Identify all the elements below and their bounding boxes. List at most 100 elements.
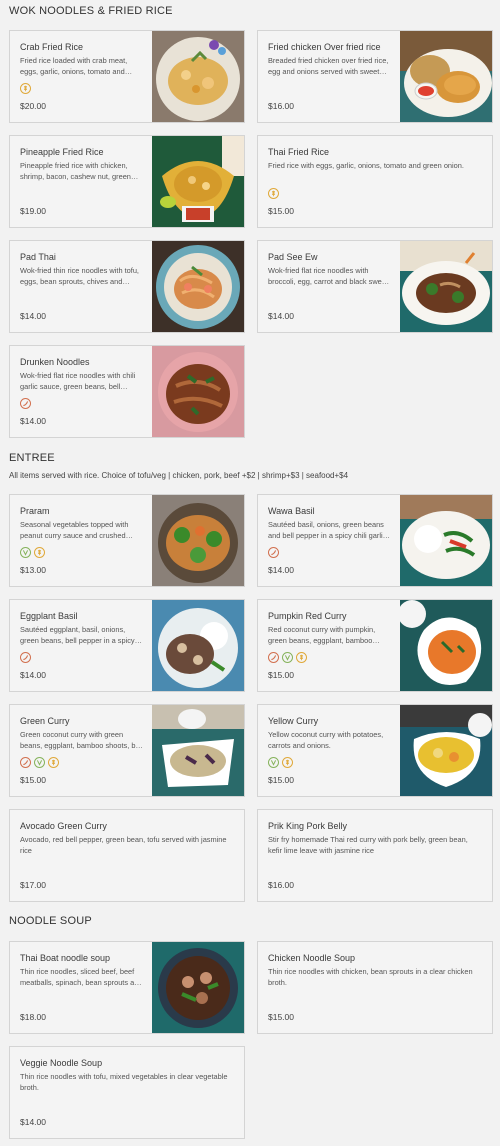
item-description: Wok-fried thin rice noodles with tofu, e… bbox=[20, 266, 139, 286]
menu-item-crab-fried-rice[interactable]: Crab Fried Rice Fried rice loaded with c… bbox=[9, 30, 245, 123]
spicy-icon bbox=[268, 547, 279, 558]
menu-item-pad-thai[interactable]: Pad Thai Wok-fried thin rice noodles wit… bbox=[9, 240, 245, 333]
dietary-icons bbox=[268, 757, 293, 769]
item-price: $15.00 bbox=[268, 670, 294, 680]
item-name: Avocado Green Curry bbox=[20, 821, 107, 831]
item-price: $17.00 bbox=[20, 880, 46, 890]
item-name: Chicken Noodle Soup bbox=[268, 953, 356, 963]
menu-item-pumpkin-red-curry[interactable]: Pumpkin Red Curry Red coconut curry with… bbox=[257, 599, 493, 692]
praram-photo bbox=[152, 495, 244, 586]
item-name: Fried chicken Over fried rice bbox=[268, 42, 381, 52]
item-price: $15.00 bbox=[268, 206, 294, 216]
menu-item-pineapple-fried-rice[interactable]: Pineapple Fried Rice Pineapple fried ric… bbox=[9, 135, 245, 228]
pad-thai-photo bbox=[152, 241, 244, 332]
item-name: Green Curry bbox=[20, 716, 70, 726]
section-title-noodle-soup: NOODLE SOUP bbox=[9, 915, 92, 927]
menu-item-chicken-noodle-soup[interactable]: Chicken Noodle Soup Thin rice noodles wi… bbox=[257, 941, 493, 1034]
item-price: $18.00 bbox=[20, 1012, 46, 1022]
item-description: Sautéed eggplant, basil, onions, green b… bbox=[20, 625, 135, 645]
item-description: Sautéed basil, onions, green beans and b… bbox=[268, 520, 387, 540]
item-name: Pad See Ew bbox=[268, 252, 318, 262]
menu-item-pad-see-ew[interactable]: Pad See Ew Wok-fried flat rice noodles w… bbox=[257, 240, 493, 333]
gluten-free-icon bbox=[20, 83, 31, 94]
gluten-free-icon bbox=[268, 188, 279, 199]
menu-item-yellow-curry[interactable]: Yellow Curry Yellow coconut curry with p… bbox=[257, 704, 493, 797]
item-description: Fried rice loaded with crab meat, eggs, … bbox=[20, 56, 128, 76]
section-title-entree: ENTREE bbox=[9, 452, 55, 464]
menu-item-prik-king-pork-belly[interactable]: Prik King Pork Belly Stir fry homemade T… bbox=[257, 809, 493, 902]
item-price: $14.00 bbox=[268, 565, 294, 575]
menu-item-drunken-noodles[interactable]: Drunken Noodles Wok-fried flat rice nood… bbox=[9, 345, 245, 438]
item-price: $16.00 bbox=[268, 101, 294, 111]
item-description: Yellow coconut curry with potatoes, carr… bbox=[268, 730, 384, 750]
item-name: Thai Boat noodle soup bbox=[20, 953, 111, 963]
item-price: $14.00 bbox=[20, 670, 46, 680]
item-price: $15.00 bbox=[268, 1012, 294, 1022]
menu-item-thai-fried-rice[interactable]: Thai Fried Rice Fried rice with eggs, ga… bbox=[257, 135, 493, 228]
item-name: Wawa Basil bbox=[268, 506, 315, 516]
item-price: $14.00 bbox=[20, 416, 46, 426]
item-description: Wok-fried flat rice noodles with chili g… bbox=[20, 371, 136, 391]
vegetarian-icon bbox=[268, 757, 279, 768]
dietary-icons bbox=[20, 83, 31, 95]
item-name: Yellow Curry bbox=[268, 716, 319, 726]
drunken-noodles-photo bbox=[152, 346, 244, 437]
gluten-free-icon bbox=[48, 757, 59, 768]
green-curry-photo bbox=[152, 705, 244, 796]
gluten-free-icon bbox=[34, 547, 45, 558]
vegetarian-icon bbox=[34, 757, 45, 768]
spicy-icon bbox=[20, 652, 31, 663]
section-title-wok-noodles: WOK NOODLES & FRIED RICE bbox=[9, 5, 173, 17]
menu-item-fried-chicken-over-fried-rice[interactable]: Fried chicken Over fried rice Breaded fr… bbox=[257, 30, 493, 123]
item-price: $14.00 bbox=[20, 311, 46, 321]
pineapple-fried-rice-photo bbox=[152, 136, 244, 227]
item-description: Thin rice noodles, sliced beef, beef mea… bbox=[20, 967, 143, 987]
item-price: $13.00 bbox=[20, 565, 46, 575]
menu-item-praram[interactable]: Praram Seasonal vegetables topped with p… bbox=[9, 494, 245, 587]
vegetarian-icon bbox=[20, 547, 31, 558]
item-description: Thin rice noodles with tofu, mixed veget… bbox=[20, 1072, 228, 1092]
item-description: Breaded fried chicken over fried rice, e… bbox=[268, 56, 389, 76]
pad-see-ew-photo bbox=[400, 241, 492, 332]
section-note-entree: All items served with rice. Choice of to… bbox=[9, 471, 349, 480]
item-name: Pumpkin Red Curry bbox=[268, 611, 347, 621]
menu-item-veggie-noodle-soup[interactable]: Veggie Noodle Soup Thin rice noodles wit… bbox=[9, 1046, 245, 1139]
item-name: Thai Fried Rice bbox=[268, 147, 330, 157]
dietary-icons bbox=[20, 547, 45, 559]
dietary-icons bbox=[20, 757, 59, 769]
item-name: Eggplant Basil bbox=[20, 611, 78, 621]
dietary-icons bbox=[268, 652, 307, 664]
fried-chicken-rice-photo bbox=[400, 31, 492, 122]
item-name: Pad Thai bbox=[20, 252, 56, 262]
wawa-basil-photo bbox=[400, 495, 492, 586]
menu-item-avocado-green-curry[interactable]: Avocado Green Curry Avocado, red bell pe… bbox=[9, 809, 245, 902]
item-description: Seasonal vegetables topped with peanut c… bbox=[20, 520, 129, 540]
menu-item-eggplant-basil[interactable]: Eggplant Basil Sautéed eggplant, basil, … bbox=[9, 599, 245, 692]
item-description: Thin rice noodles with chicken, bean spr… bbox=[268, 967, 473, 987]
menu-item-wawa-basil[interactable]: Wawa Basil Sautéed basil, onions, green … bbox=[257, 494, 493, 587]
item-price: $16.00 bbox=[268, 880, 294, 890]
item-name: Praram bbox=[20, 506, 50, 516]
crab-fried-rice-photo bbox=[152, 31, 244, 122]
spicy-icon bbox=[20, 398, 31, 409]
gluten-free-icon bbox=[296, 652, 307, 663]
dietary-icons bbox=[20, 398, 31, 410]
dietary-icons bbox=[20, 652, 31, 664]
item-price: $20.00 bbox=[20, 101, 46, 111]
gluten-free-icon bbox=[282, 757, 293, 768]
item-name: Prik King Pork Belly bbox=[268, 821, 348, 831]
boat-noodle-soup-photo bbox=[152, 942, 244, 1033]
item-name: Veggie Noodle Soup bbox=[20, 1058, 103, 1068]
item-description: Wok-fried flat rice noodles with broccol… bbox=[268, 266, 388, 286]
eggplant-basil-photo bbox=[152, 600, 244, 691]
menu-item-green-curry[interactable]: Green Curry Green coconut curry with gre… bbox=[9, 704, 245, 797]
menu-item-thai-boat-noodle-soup[interactable]: Thai Boat noodle soup Thin rice noodles,… bbox=[9, 941, 245, 1034]
item-description: Red coconut curry with pumpkin, green be… bbox=[268, 625, 376, 645]
item-description: Avocado, red bell pepper, green bean, to… bbox=[20, 835, 227, 855]
item-name: Crab Fried Rice bbox=[20, 42, 84, 52]
spicy-icon bbox=[268, 652, 279, 663]
item-description: Fried rice with eggs, garlic, onions, to… bbox=[268, 161, 464, 170]
item-price: $15.00 bbox=[268, 775, 294, 785]
yellow-curry-photo bbox=[400, 705, 492, 796]
item-price: $19.00 bbox=[20, 206, 46, 216]
